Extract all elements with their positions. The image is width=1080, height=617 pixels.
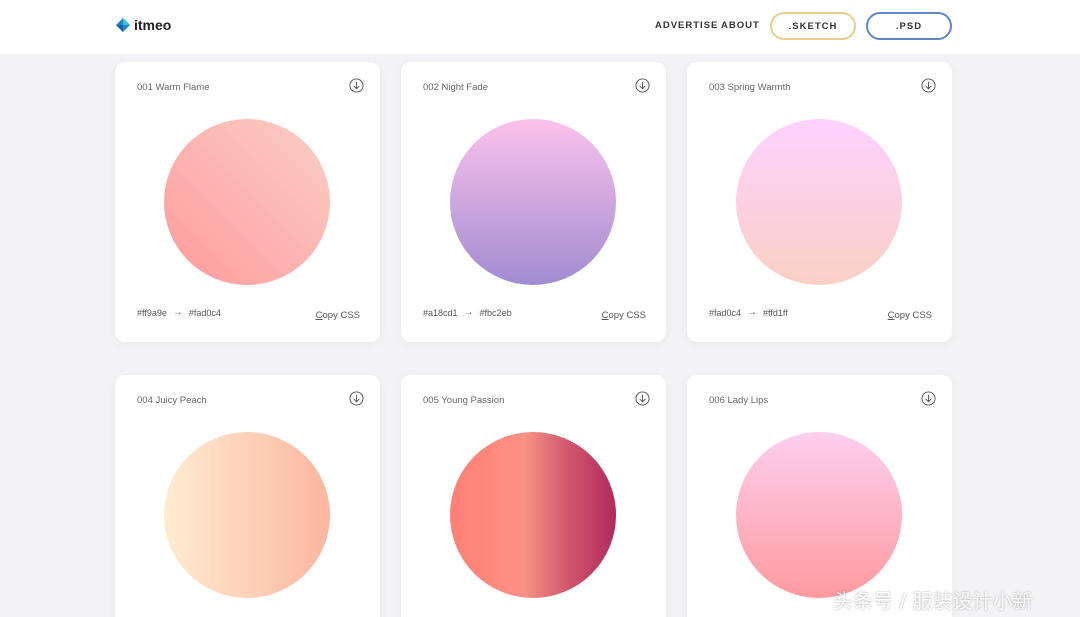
- color-to: #fbc2eb: [479, 307, 512, 318]
- color-from: #fad0c4: [709, 307, 742, 318]
- download-icon[interactable]: [635, 78, 650, 93]
- card-title: 001 Warm Flame: [137, 82, 210, 93]
- gradient-swatch: [450, 119, 616, 285]
- gradient-swatch: [164, 119, 330, 285]
- gradient-swatch: [736, 119, 902, 285]
- card-title: 004 Juicy Peach: [137, 395, 207, 406]
- arrow-right-icon: →: [172, 307, 183, 318]
- gradient-swatch: [450, 432, 616, 598]
- psd-button[interactable]: .PSD: [866, 12, 952, 40]
- color-from: #a18cd1: [423, 307, 458, 318]
- arrow-right-icon: →: [463, 307, 474, 318]
- card-title: 006 Lady Lips: [709, 395, 769, 406]
- gradient-card-warm-flame: 001 Warm Flame #ff9a9e → #fad0c4 Copy CS…: [115, 62, 380, 342]
- watermark: 头条号 / 服装设计小新: [833, 589, 1033, 613]
- download-icon[interactable]: [349, 78, 364, 93]
- gradient-card-young-passion: 005 Young Passion: [401, 375, 666, 617]
- copy-css-button[interactable]: Copy CSS: [888, 310, 932, 321]
- logo-text: itmeo: [134, 17, 172, 33]
- gradient-card-juicy-peach: 004 Juicy Peach: [115, 375, 380, 617]
- color-to: #ffd1ff: [763, 307, 788, 318]
- copy-css-button[interactable]: Copy CSS: [602, 310, 646, 321]
- arrow-right-icon: →: [747, 307, 758, 318]
- nav-advertise[interactable]: ADVERTISE: [655, 20, 718, 31]
- card-title: 003 Spring Warmth: [709, 82, 791, 93]
- card-title: 002 Night Fade: [423, 82, 488, 93]
- download-icon[interactable]: [349, 391, 364, 406]
- logo-diamond-icon: [116, 18, 130, 32]
- download-icon[interactable]: [635, 391, 650, 406]
- gradient-swatch: [736, 432, 902, 598]
- page: itmeo ADVERTISE ABOUT .SKETCH .PSD 001 W…: [0, 0, 1080, 617]
- color-codes: #fad0c4 → #ffd1ff: [709, 307, 788, 318]
- gradient-swatch: [164, 432, 330, 598]
- card-title: 005 Young Passion: [423, 395, 505, 406]
- copy-css-button[interactable]: Copy CSS: [316, 310, 360, 321]
- logo[interactable]: itmeo: [116, 17, 171, 33]
- color-codes: #a18cd1 → #fbc2eb: [423, 307, 512, 318]
- color-from: #ff9a9e: [137, 307, 167, 318]
- header: itmeo ADVERTISE ABOUT .SKETCH .PSD: [0, 0, 1080, 54]
- nav-about[interactable]: ABOUT: [721, 20, 760, 31]
- gradient-card-spring-warmth: 003 Spring Warmth #fad0c4 → #ffd1ff Copy…: [687, 62, 952, 342]
- download-icon[interactable]: [921, 78, 936, 93]
- gradient-card-night-fade: 002 Night Fade #a18cd1 → #fbc2eb Copy CS…: [401, 62, 666, 342]
- download-icon[interactable]: [921, 391, 936, 406]
- color-to: #fad0c4: [188, 307, 221, 318]
- gradient-card-lady-lips: 006 Lady Lips: [687, 375, 952, 617]
- color-codes: #ff9a9e → #fad0c4: [137, 307, 221, 318]
- sketch-button[interactable]: .SKETCH: [770, 12, 856, 40]
